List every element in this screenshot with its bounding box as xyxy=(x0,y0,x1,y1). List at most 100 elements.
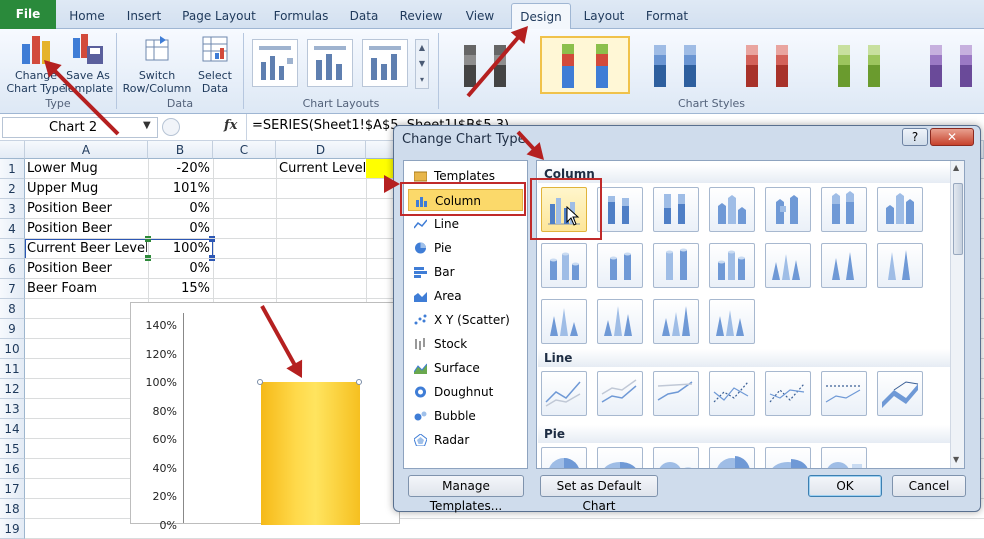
category-x-y-scatter[interactable]: X Y (Scatter) xyxy=(408,309,523,331)
category-area[interactable]: Area xyxy=(408,285,523,307)
row-header-18[interactable]: 18 xyxy=(0,499,25,519)
row-header-19[interactable]: 19 xyxy=(0,519,25,539)
line-subtype-4[interactable] xyxy=(709,371,755,416)
column-subtype-10[interactable] xyxy=(653,243,699,288)
column-subtype-12[interactable] xyxy=(765,243,811,288)
cell-b7[interactable]: 15% xyxy=(150,279,210,299)
scroll-thumb[interactable] xyxy=(953,183,963,255)
column-subtype-14[interactable] xyxy=(877,243,923,288)
chart-layout-2[interactable] xyxy=(307,39,353,87)
row-header-8[interactable]: 8 xyxy=(0,299,25,319)
column-subtype-5[interactable] xyxy=(765,187,811,232)
line-subtype-2[interactable] xyxy=(597,371,643,416)
category-pie[interactable]: Pie xyxy=(408,237,523,259)
line-subtype-1[interactable] xyxy=(541,371,587,416)
tab-data[interactable]: Data xyxy=(340,3,388,29)
column-subtype-18[interactable] xyxy=(709,299,755,344)
cell-a2[interactable]: Upper Mug xyxy=(27,179,147,199)
tab-layout[interactable]: Layout xyxy=(576,3,632,29)
row-header-1[interactable]: 1 xyxy=(0,159,25,179)
range-handle[interactable] xyxy=(209,236,215,242)
set-as-default-chart-button[interactable]: Set as Default Chart xyxy=(540,475,658,513)
line-subtype-7[interactable] xyxy=(877,371,923,416)
column-subtype-17[interactable] xyxy=(653,299,699,344)
row-header-16[interactable]: 16 xyxy=(0,459,25,479)
row-header-17[interactable]: 17 xyxy=(0,479,25,499)
chart-style-4[interactable] xyxy=(730,39,804,91)
chart-style-2[interactable] xyxy=(540,36,630,94)
row-header-2[interactable]: 2 xyxy=(0,179,25,199)
formula-bar-collapse-icon[interactable] xyxy=(162,118,180,136)
column-subtype-7[interactable] xyxy=(877,187,923,232)
chevron-down-icon[interactable]: ▼ xyxy=(143,120,151,131)
scroll-down-icon[interactable]: ▼ xyxy=(953,455,959,464)
ok-button[interactable]: OK xyxy=(808,475,882,497)
pie-subtype-6[interactable] xyxy=(821,447,867,468)
column-header-d[interactable]: D xyxy=(276,141,366,159)
cell-a7[interactable]: Beer Foam xyxy=(27,279,147,299)
insert-function-icon[interactable]: fx xyxy=(224,118,237,133)
line-subtype-6[interactable] xyxy=(821,371,867,416)
help-button[interactable]: ? xyxy=(902,128,928,146)
column-subtype-4[interactable] xyxy=(709,187,755,232)
column-subtype-16[interactable] xyxy=(597,299,643,344)
cell-a6[interactable]: Position Beer xyxy=(27,259,147,279)
column-subtype-6[interactable] xyxy=(821,187,867,232)
chart-style-3[interactable] xyxy=(638,39,712,91)
row-header-15[interactable]: 15 xyxy=(0,439,25,459)
gallery-scrollbar[interactable]: ▲ ▼ xyxy=(950,161,964,468)
chart-layout-3[interactable] xyxy=(362,39,408,87)
column-subtype-11[interactable] xyxy=(709,243,755,288)
category-bar[interactable]: Bar xyxy=(408,261,523,283)
cell-a3[interactable]: Position Beer xyxy=(27,199,147,219)
column-header-a[interactable]: A xyxy=(25,141,148,159)
chart-style-5[interactable] xyxy=(822,39,896,91)
column-subtype-2[interactable] xyxy=(597,187,643,232)
bar-selection-handle[interactable] xyxy=(257,379,263,385)
tab-view[interactable]: View xyxy=(456,3,504,29)
chart-layout-1[interactable] xyxy=(252,39,298,87)
column-header-b[interactable]: B xyxy=(148,141,213,159)
cancel-button[interactable]: Cancel xyxy=(892,475,966,497)
row-header-14[interactable]: 14 xyxy=(0,419,25,439)
category-bubble[interactable]: Bubble xyxy=(408,405,523,427)
manage-templates-button[interactable]: Manage Templates... xyxy=(408,475,524,513)
chart-layouts-scroll[interactable]: ▲ ▼ ▾ xyxy=(415,39,429,89)
row-header-6[interactable]: 6 xyxy=(0,259,25,279)
cell-a1[interactable]: Lower Mug xyxy=(27,159,147,179)
row-header-11[interactable]: 11 xyxy=(0,359,25,379)
range-handle[interactable] xyxy=(145,236,151,242)
column-header-c[interactable]: C xyxy=(213,141,276,159)
pie-subtype-3[interactable] xyxy=(653,447,699,468)
tab-insert[interactable]: Insert xyxy=(118,3,170,29)
row-header-10[interactable]: 10 xyxy=(0,339,25,359)
row-header-3[interactable]: 3 xyxy=(0,199,25,219)
column-subtype-8[interactable] xyxy=(541,243,587,288)
pie-subtype-4[interactable] xyxy=(709,447,755,468)
line-subtype-3[interactable] xyxy=(653,371,699,416)
select-all-corner[interactable] xyxy=(0,141,25,159)
name-box[interactable]: Chart 2 ▼ xyxy=(2,117,158,138)
column-subtype-15[interactable] xyxy=(541,299,587,344)
row-header-7[interactable]: 7 xyxy=(0,279,25,299)
tab-page-layout[interactable]: Page Layout xyxy=(176,3,262,29)
category-stock[interactable]: Stock xyxy=(408,333,523,355)
cell-b4[interactable]: 0% xyxy=(150,219,210,239)
cell-b6[interactable]: 0% xyxy=(150,259,210,279)
tab-formulas[interactable]: Formulas xyxy=(266,3,336,29)
row-header-5[interactable]: 5 xyxy=(0,239,25,259)
pie-subtype-2[interactable] xyxy=(597,447,643,468)
tab-home[interactable]: Home xyxy=(60,3,114,29)
pie-subtype-1[interactable] xyxy=(541,447,587,468)
row-header-4[interactable]: 4 xyxy=(0,219,25,239)
row-header-9[interactable]: 9 xyxy=(0,319,25,339)
pie-subtype-5[interactable] xyxy=(765,447,811,468)
close-button[interactable]: ✕ xyxy=(930,128,974,146)
category-radar[interactable]: Radar xyxy=(408,429,523,451)
row-header-13[interactable]: 13 xyxy=(0,399,25,419)
chart-object[interactable]: 140% 120% 100% 80% 60% 40% 20% 0% xyxy=(130,302,400,532)
cell-b3[interactable]: 0% xyxy=(150,199,210,219)
row-header-12[interactable]: 12 xyxy=(0,379,25,399)
cell-d1[interactable]: Current Level xyxy=(279,159,365,179)
column-subtype-13[interactable] xyxy=(821,243,867,288)
